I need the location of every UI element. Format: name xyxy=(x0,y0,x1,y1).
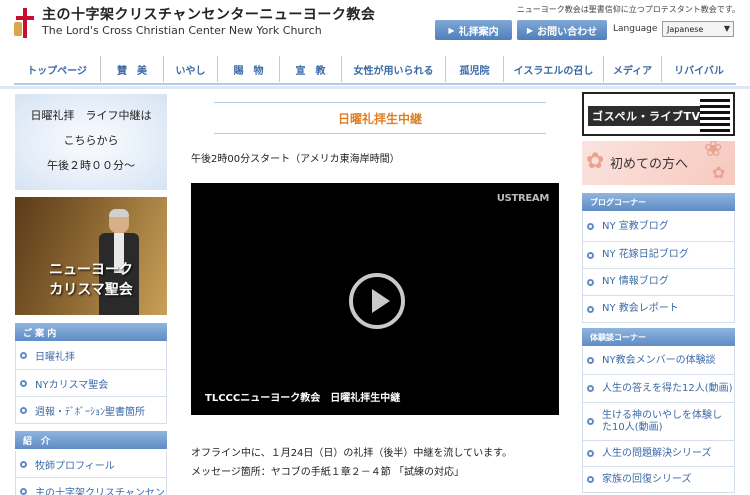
nav-revival[interactable]: リバイバル xyxy=(662,56,736,82)
main-navigation: トップページ 賛 美 いやし 賜 物 宣 教 女性が用いられる 孤児院 イスラエ… xyxy=(14,55,736,85)
site-header: 主の十字架クリスチャンセンターニューヨーク教会 The Lord's Cross… xyxy=(0,0,750,50)
guide-section-header: ご 案 内 xyxy=(15,323,167,341)
page-title: 日曜礼拝生中継 xyxy=(214,102,546,134)
play-icon[interactable] xyxy=(349,273,405,329)
nav-media[interactable]: メディア xyxy=(604,56,662,82)
site-logo[interactable]: 主の十字架クリスチャンセンターニューヨーク教会 The Lord's Cross… xyxy=(14,6,375,38)
blog-item-info[interactable]: NY 情報ブログ xyxy=(583,269,734,296)
flower-icon: ❀ xyxy=(704,141,723,162)
blog-item-bride-diary[interactable]: NY 花嫁日記ブログ xyxy=(583,242,734,269)
piano-keys-icon xyxy=(700,98,730,132)
language-select[interactable]: Japanese ▼ xyxy=(662,21,734,37)
blog-item-report[interactable]: NY 教会レポート xyxy=(583,296,734,323)
nav-mission[interactable]: 宣 教 xyxy=(280,56,342,82)
nav-divider xyxy=(0,86,750,89)
charisma-conference-banner[interactable]: ニューヨーク カリスマ聖会 xyxy=(15,197,167,315)
nav-orphanage[interactable]: 孤児院 xyxy=(446,56,504,82)
intro-item-pastor[interactable]: 牧師プロフィール xyxy=(16,451,166,478)
bullet-icon xyxy=(20,379,27,387)
nav-praise[interactable]: 賛 美 xyxy=(101,56,164,82)
logo-english: The Lord's Cross Christian Center New Yo… xyxy=(42,24,322,37)
bullet-icon xyxy=(20,487,27,495)
guide-item-bulletin[interactable]: 週報・ﾃﾞﾎﾞｰｼｮﾝ聖書箇所 xyxy=(16,397,166,424)
offline-notice: オフライン中に、１月24日（日）の礼拝（後半）中継を流しています。 xyxy=(191,448,513,459)
arrow-right-icon: ▶ xyxy=(448,25,455,35)
bullet-icon xyxy=(587,450,594,457)
bullet-icon xyxy=(20,406,27,414)
language-label: Language xyxy=(613,24,658,34)
message-passage: メッセージ箇所：ヤコブの手紙１章２－４節 「試練の対応」 xyxy=(191,467,464,478)
nav-gifts[interactable]: 賜 物 xyxy=(218,56,280,82)
blog-item-mission[interactable]: NY 宣教ブログ xyxy=(583,212,734,242)
testimony-item-family[interactable]: 家族の回復シリーズ xyxy=(583,467,734,493)
bullet-icon xyxy=(587,223,594,230)
cross-logo-icon xyxy=(14,6,36,38)
guide-list: 日曜礼拝 NYカリスマ聖会 週報・ﾃﾞﾎﾞｰｼｮﾝ聖書箇所 xyxy=(15,341,167,424)
nav-top[interactable]: トップページ xyxy=(14,56,101,82)
testimony-item-12-people[interactable]: 人生の答えを得た12人(動画) xyxy=(583,375,734,403)
start-time-text: 午後2時00分スタート（アメリカ東海岸時間） xyxy=(191,154,400,165)
blog-list: NY 宣教ブログ NY 花嫁日記ブログ NY 情報ブログ NY 教会レポート xyxy=(582,212,735,323)
intro-list: 牧師プロフィール 主の十字架クリスチャンセン xyxy=(15,451,167,495)
nav-healing[interactable]: いやし xyxy=(164,56,218,82)
gospel-live-tv-banner[interactable]: ゴスペル・ライブTV xyxy=(582,92,735,136)
testimony-item-members[interactable]: NY教会メンバーの体験談 xyxy=(583,347,734,375)
bullet-icon xyxy=(20,351,27,359)
testimony-section-header: 体験談コーナー xyxy=(582,328,735,346)
intro-item-church[interactable]: 主の十字架クリスチャンセン xyxy=(16,478,166,495)
flower-icon: ✿ xyxy=(712,163,726,182)
guide-item-sunday-worship[interactable]: 日曜礼拝 xyxy=(16,341,166,370)
blog-section-header: ブログコーナー xyxy=(582,193,735,211)
live-video-player[interactable]: USTREAM TLCCCニューヨーク教会 日曜礼拝生中継 xyxy=(191,183,559,415)
bullet-icon xyxy=(587,476,594,483)
bullet-icon xyxy=(587,251,594,259)
bullet-icon xyxy=(587,418,594,425)
ustream-logo: USTREAM xyxy=(496,193,550,204)
nav-women[interactable]: 女性が用いられる xyxy=(342,56,446,82)
video-caption: TLCCCニューヨーク教会 日曜礼拝生中継 xyxy=(205,393,401,404)
bullet-icon xyxy=(587,278,594,286)
dropdown-arrow-icon: ▼ xyxy=(723,24,730,33)
contact-button[interactable]: ▶ お問い合わせ xyxy=(517,20,607,40)
bullet-icon xyxy=(587,357,594,364)
intro-section-header: 紹 介 xyxy=(15,431,167,449)
logo-japanese: 主の十字架クリスチャンセンターニューヨーク教会 xyxy=(42,7,376,23)
flower-icon: ✿ xyxy=(586,149,605,174)
nav-israel[interactable]: イスラエルの召し xyxy=(504,56,604,82)
arrow-right-icon: ▶ xyxy=(526,25,534,35)
first-visitors-banner[interactable]: ✿ ❀ ✿ 初めての方へ xyxy=(582,141,735,185)
page: 主の十字架クリスチャンセンターニューヨーク教会 The Lord's Cross… xyxy=(0,0,750,495)
live-broadcast-banner[interactable]: 日曜礼拝 ライフ中継は こちらから 午後２時００分～ xyxy=(15,94,167,190)
worship-guide-button[interactable]: ▶ 礼拝案内 xyxy=(435,20,512,40)
testimony-list: NY教会メンバーの体験談 人生の答えを得た12人(動画) 生ける神のいやしを体験… xyxy=(582,347,735,493)
testimony-item-problem-solving[interactable]: 人生の問題解決シリーズ xyxy=(583,441,734,467)
bullet-icon xyxy=(587,385,594,392)
guide-item-charisma[interactable]: NYカリスマ聖会 xyxy=(16,370,166,397)
bullet-icon xyxy=(20,460,27,468)
bullet-icon xyxy=(587,305,594,313)
testimony-item-healing[interactable]: 生ける神のいやしを体験した10人(動画) xyxy=(583,403,734,441)
tagline: ニューヨーク教会は聖書信仰に立つプロテスタント教会です。 xyxy=(516,5,740,14)
